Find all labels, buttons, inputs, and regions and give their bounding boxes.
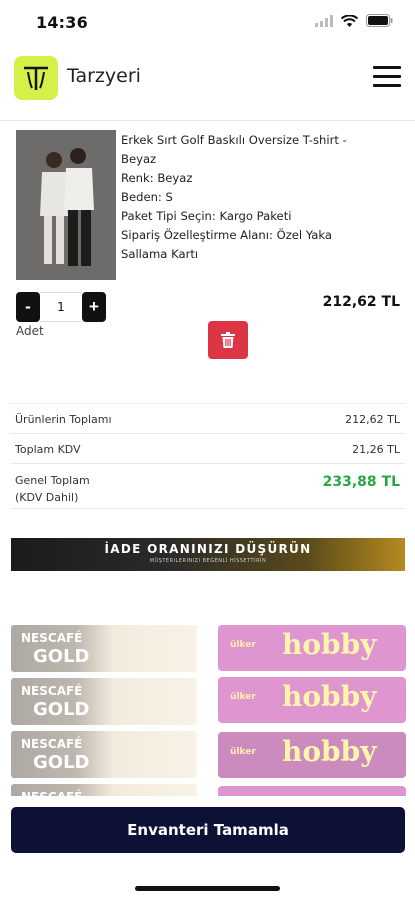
app-header: Tarzyeri (0, 44, 415, 121)
hobby-bar: ülker hobby (218, 625, 406, 671)
grand-total-label-line-2: (KDV Dahil) (15, 491, 79, 504)
vat-label: Toplam KDV (15, 443, 81, 456)
brand-logo[interactable] (14, 56, 58, 100)
logo-icon (24, 66, 48, 90)
product-color: Renk: Beyaz (121, 171, 193, 185)
hobby-bar: ülker hobby (218, 677, 406, 723)
decrease-quantity-button[interactable]: - (16, 292, 40, 322)
product-name-line-1: Erkek Sırt Golf Baskılı Oversize T-shirt… (121, 133, 347, 147)
item-price: 212,62 TL (322, 294, 400, 310)
brand-name: Tarzyeri (67, 65, 141, 87)
grand-total-row: Genel Toplam (KDV Dahil) 233,88 TL (10, 464, 405, 509)
grand-total-label: Genel Toplam (KDV Dahil) (15, 472, 90, 506)
wifi-icon (341, 14, 358, 27)
subtotal-row: Ürünlerin Toplamı 212,62 TL (10, 404, 405, 434)
trash-icon (221, 332, 235, 348)
grand-total-value: 233,88 TL (322, 474, 400, 490)
grand-total-label-line-1: Genel Toplam (15, 474, 90, 487)
product-image (16, 130, 116, 280)
banner-title: İADE ORANINIZI DÜŞÜRÜN (104, 542, 312, 556)
product-customization-line-1: Sipariş Özelleştirme Alanı: Özel Yaka (121, 228, 333, 242)
status-bar: 14:36 (0, 0, 415, 44)
nescafe-stick: NESCAFÉ GOLD (11, 731, 197, 778)
home-indicator (135, 886, 280, 891)
vat-value: 21,26 TL (352, 443, 400, 456)
banner-subtitle: MÜŞTERILERINIZI BEĞENLİ HİSSETTİRİN (149, 558, 267, 564)
status-time: 14:36 (36, 13, 88, 32)
quantity-stepper: - 1 + (16, 292, 106, 322)
nescafe-stick: NESCAFÉ (11, 784, 197, 796)
nescafe-stick: NESCAFÉ GOLD (11, 625, 197, 672)
status-icons (315, 14, 393, 27)
quantity-input[interactable]: 1 (40, 292, 82, 322)
nescafe-stick: NESCAFÉ GOLD (11, 678, 197, 725)
order-summary: Ürünlerin Toplamı 212,62 TL Toplam KDV 2… (10, 403, 405, 509)
product-details: Erkek Sırt Golf Baskılı Oversize T-shirt… (121, 131, 406, 264)
vat-row: Toplam KDV 21,26 TL (10, 434, 405, 464)
return-rate-banner[interactable]: İADE ORANINIZI DÜŞÜRÜN MÜŞTERILERINIZI B… (11, 538, 405, 571)
hamburger-menu-icon[interactable] (373, 66, 401, 92)
product-customization-line-2: Sallama Kartı (121, 247, 199, 261)
promo-products-image: NESCAFÉ GOLD NESCAFÉ GOLD NESCAFÉ GOLD N… (0, 620, 415, 796)
product-name-line-2: Beyaz (121, 152, 157, 166)
hobby-bar (218, 786, 406, 796)
complete-inventory-button[interactable]: Envanteri Tamamla (11, 807, 405, 853)
hobby-bar: ülker hobby (218, 732, 406, 778)
signal-icon (315, 14, 333, 27)
subtotal-label: Ürünlerin Toplamı (15, 413, 112, 426)
quantity-label: Adet (16, 324, 44, 338)
product-package-type: Paket Tipi Seçin: Kargo Paketi (121, 209, 292, 223)
product-size: Beden: S (121, 190, 173, 204)
increase-quantity-button[interactable]: + (82, 292, 106, 322)
battery-icon (366, 14, 393, 27)
delete-item-button[interactable] (208, 321, 248, 359)
subtotal-value: 212,62 TL (345, 413, 400, 426)
